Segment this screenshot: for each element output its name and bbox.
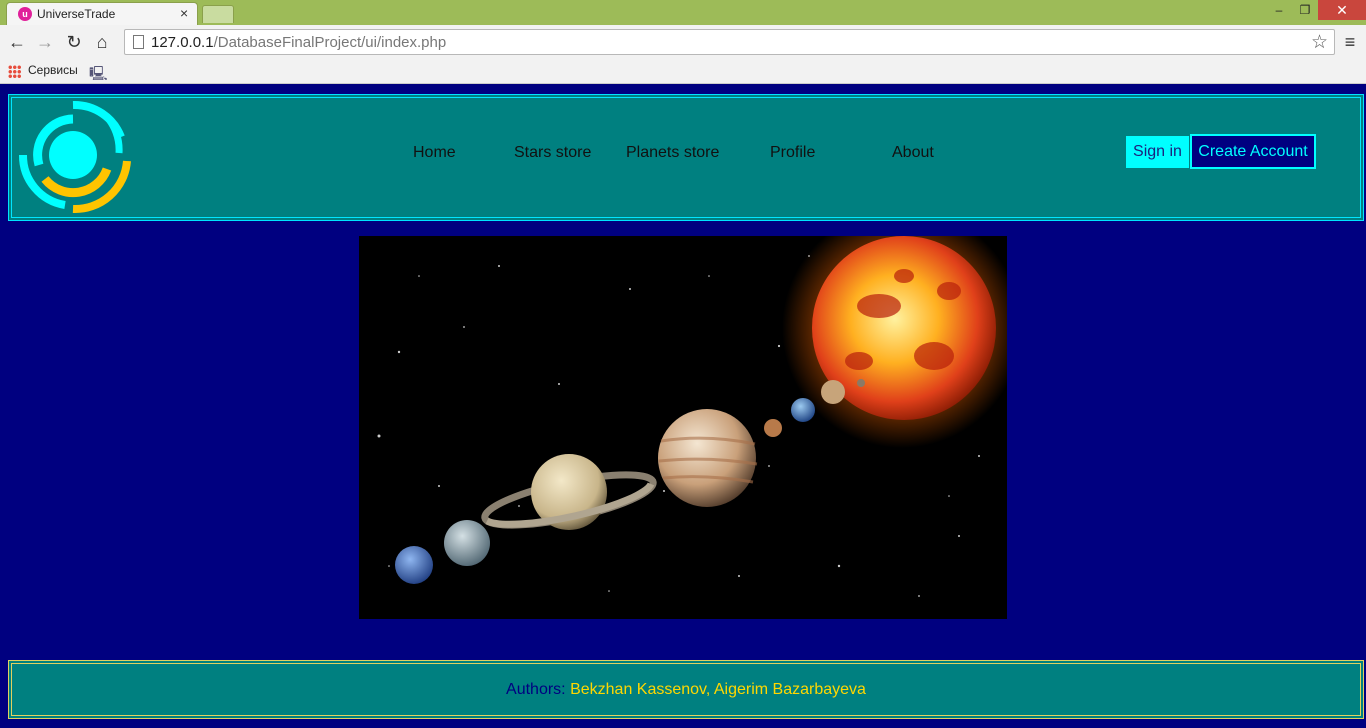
address-bar[interactable]: 127.0.0.1/DatabaseFinalProject/ui/index.… [124,29,1335,55]
browser-menu-icon[interactable]: ≡ [1340,30,1360,54]
nav-planets-store-link[interactable]: Planets store [626,144,719,162]
window-restore-button[interactable]: ❐ [1292,0,1318,20]
browser-tab-strip: u UniverseTrade × ‒ ❐ ✕ [0,0,1366,25]
site-favicon-icon: u [18,7,32,21]
window-close-button[interactable]: ✕ [1318,0,1366,20]
new-tab-button[interactable] [202,5,234,23]
universe-logo-icon[interactable] [15,97,135,217]
site-footer: Authors: Bekzhan Kassenov, Aigerim Bazar… [8,660,1364,719]
tab-title: UniverseTrade [37,7,116,21]
create-account-button[interactable]: Create Account [1190,134,1316,169]
page-body: Home Stars store Planets store Profile A… [0,85,1366,728]
url-text: 127.0.0.1/DatabaseFinalProject/ui/index.… [151,34,446,51]
url-path: /DatabaseFinalProject/ui/index.php [213,34,447,51]
forward-arrow-icon[interactable]: → [33,30,57,54]
page-icon [133,35,144,49]
browser-toolbar: ← → ↻ ⌂ 127.0.0.1/DatabaseFinalProject/u… [0,25,1366,59]
reload-icon[interactable]: ↻ [62,30,86,54]
nav-about-link[interactable]: About [892,144,934,162]
sign-in-button[interactable]: Sign in [1126,136,1189,168]
site-header: Home Stars store Planets store Profile A… [8,94,1364,221]
window-minimize-button[interactable]: ‒ [1266,0,1292,20]
url-host: 127.0.0.1 [151,34,214,51]
solar-system-hero-image [359,236,1007,619]
bookmarks-bar: Сервисы 🖳 [0,59,1366,84]
bookmark-computer-icon[interactable]: 🖳 [89,63,108,87]
nav-profile-link[interactable]: Profile [770,144,815,162]
authors-label: Authors: [506,681,566,698]
browser-tab-active[interactable]: u UniverseTrade × [6,2,198,25]
bookmark-apps-label[interactable]: Сервисы [28,63,78,77]
tab-close-icon[interactable]: × [180,5,188,21]
nav-home-link[interactable]: Home [413,144,456,162]
bookmark-star-icon[interactable]: ☆ [1311,31,1328,54]
authors-names: Bekzhan Kassenov, Aigerim Bazarbayeva [570,681,866,698]
home-icon[interactable]: ⌂ [90,30,114,54]
apps-grid-icon[interactable] [8,65,21,78]
back-arrow-icon[interactable]: ← [5,30,29,54]
nav-stars-store-link[interactable]: Stars store [514,144,591,162]
footer-credits: Authors: Bekzhan Kassenov, Aigerim Bazar… [9,681,1363,699]
